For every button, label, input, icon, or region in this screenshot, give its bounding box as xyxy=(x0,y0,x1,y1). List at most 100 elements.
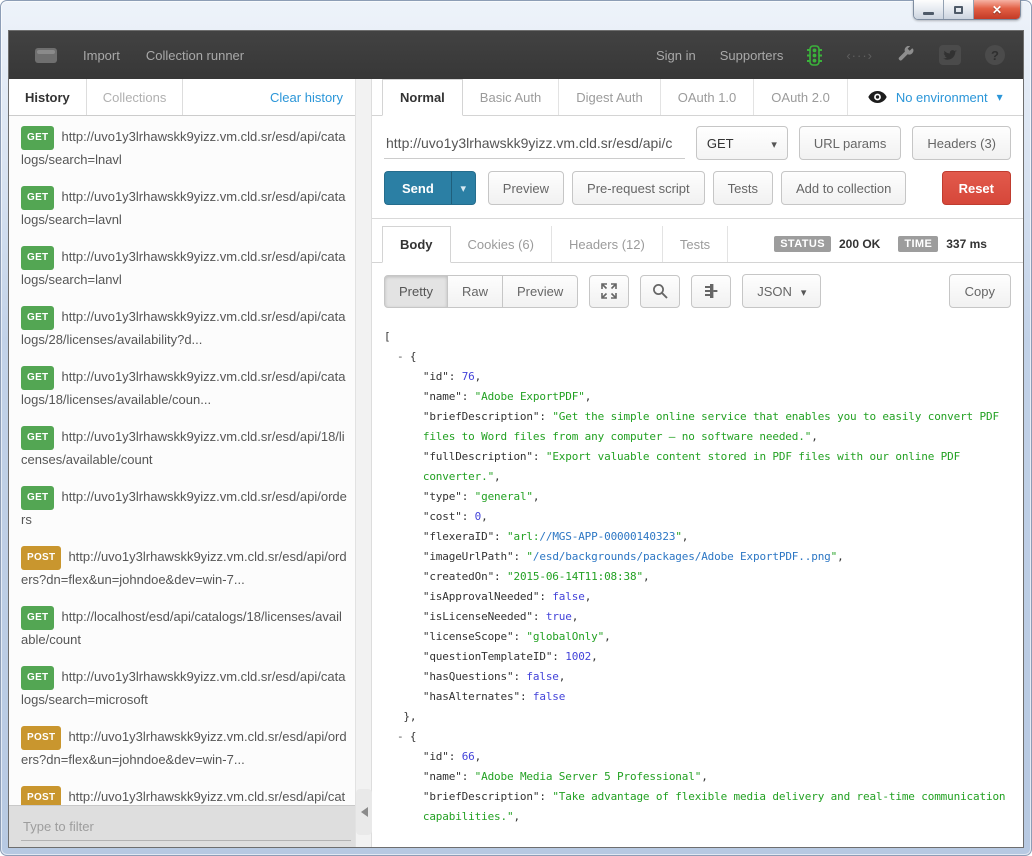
code-token: , xyxy=(837,550,843,563)
tab-basic-auth[interactable]: Basic Auth xyxy=(463,79,559,115)
tab-body[interactable]: Body xyxy=(382,226,451,263)
send-options-button[interactable] xyxy=(451,171,476,205)
main-area: History Collections Clear history GEThtt… xyxy=(9,79,1023,847)
history-item[interactable]: GEThttp://localhost/esd/api/catalogs/18/… xyxy=(9,598,355,658)
send-button[interactable]: Send xyxy=(384,171,451,205)
environment-selector[interactable]: No environment xyxy=(868,79,1003,115)
method-select[interactable]: GET xyxy=(696,126,788,160)
copy-button[interactable]: Copy xyxy=(949,274,1011,308)
environment-label[interactable]: No environment xyxy=(896,90,988,105)
wrench-icon[interactable] xyxy=(897,46,915,64)
code-line: "createdOn": "2015-06-14T11:08:38", xyxy=(384,567,1023,587)
code-token: false xyxy=(533,690,565,703)
expand-button[interactable] xyxy=(589,275,629,308)
view-mode-group: Pretty Raw Preview xyxy=(384,275,578,308)
history-item[interactable]: GEThttp://uvo1y3lrhawskk9yizz.vm.cld.sr/… xyxy=(9,238,355,298)
code-token: , xyxy=(533,490,539,503)
close-button[interactable] xyxy=(974,0,1020,19)
import-button[interactable]: Import xyxy=(83,48,120,63)
history-item[interactable]: GEThttp://uvo1y3lrhawskk9yizz.vm.cld.sr/… xyxy=(9,358,355,418)
code-token xyxy=(384,450,423,463)
url-input[interactable] xyxy=(384,127,685,159)
add-to-collection-button[interactable]: Add to collection xyxy=(781,171,906,205)
history-item[interactable]: GEThttp://uvo1y3lrhawskk9yizz.vm.cld.sr/… xyxy=(9,418,355,478)
tab-oauth-1[interactable]: OAuth 1.0 xyxy=(661,79,755,115)
history-item[interactable]: GEThttp://uvo1y3lrhawskk9yizz.vm.cld.sr/… xyxy=(9,178,355,238)
chevron-down-icon xyxy=(801,284,807,299)
reset-button[interactable]: Reset xyxy=(942,171,1011,205)
window-titlebar[interactable] xyxy=(0,0,1032,30)
tab-normal[interactable]: Normal xyxy=(382,79,463,116)
method-value: GET xyxy=(707,136,734,151)
tests-button[interactable]: Tests xyxy=(713,171,773,205)
code-token: "arl: xyxy=(507,530,539,543)
history-item[interactable]: POSThttp://uvo1y3lrhawskk9yizz.vm.cld.sr… xyxy=(9,778,355,805)
sidebar-divider[interactable] xyxy=(355,79,372,847)
viewer-toolbar: Pretty Raw Preview xyxy=(372,263,1023,319)
tab-collections[interactable]: Collections xyxy=(87,79,184,115)
format-button[interactable] xyxy=(691,275,731,308)
history-item[interactable]: GEThttp://uvo1y3lrhawskk9yizz.vm.cld.sr/… xyxy=(9,658,355,718)
fold-marker[interactable]: - xyxy=(397,730,410,743)
sign-in-button[interactable]: Sign in xyxy=(656,48,696,63)
sidebar-collapse-handle[interactable] xyxy=(356,789,372,835)
history-url: http://uvo1y3lrhawskk9yizz.vm.cld.sr/esd… xyxy=(21,129,345,167)
history-item[interactable]: GEThttp://uvo1y3lrhawskk9yizz.vm.cld.sr/… xyxy=(9,298,355,358)
code-line: "hasAlternates": false xyxy=(384,687,1023,707)
code-line: }, xyxy=(384,707,1023,727)
history-item[interactable]: GEThttp://uvo1y3lrhawskk9yizz.vm.cld.sr/… xyxy=(9,478,355,538)
history-item[interactable]: POSThttp://uvo1y3lrhawskk9yizz.vm.cld.sr… xyxy=(9,718,355,778)
tab-res-tests[interactable]: Tests xyxy=(663,226,728,262)
supporters-button[interactable]: Supporters xyxy=(720,48,784,63)
tab-res-headers[interactable]: Headers (12) xyxy=(552,226,663,262)
response-body[interactable]: [ - { "id": 76, "name": "Adobe ExportPDF… xyxy=(372,319,1023,847)
search-button[interactable] xyxy=(640,275,680,308)
history-item[interactable]: POSThttp://uvo1y3lrhawskk9yizz.vm.cld.sr… xyxy=(9,538,355,598)
code-token: }, xyxy=(384,710,416,723)
method-badge: GET xyxy=(21,666,54,690)
method-badge: GET xyxy=(21,486,54,510)
history-item[interactable]: GEThttp://uvo1y3lrhawskk9yizz.vm.cld.sr/… xyxy=(9,118,355,178)
expand-icon xyxy=(601,283,617,299)
tab-digest-auth[interactable]: Digest Auth xyxy=(559,79,661,115)
tab-cookies[interactable]: Cookies (6) xyxy=(451,226,552,262)
code-line: files to Word files from any computer — … xyxy=(384,427,1023,447)
code-token: , xyxy=(701,770,707,783)
code-token: : xyxy=(513,630,526,643)
status-badge: STATUS xyxy=(774,236,831,252)
postman-app: Import Collection runner Sign in Support… xyxy=(8,30,1024,848)
method-badge: GET xyxy=(21,426,54,450)
drawer-icon[interactable] xyxy=(35,48,57,63)
url-params-button[interactable]: URL params xyxy=(799,126,901,160)
history-url: http://uvo1y3lrhawskk9yizz.vm.cld.sr/esd… xyxy=(21,549,347,587)
headers-button[interactable]: Headers (3) xyxy=(912,126,1011,160)
raw-button[interactable]: Raw xyxy=(447,275,503,308)
code-token: : xyxy=(494,530,507,543)
history-url: http://uvo1y3lrhawskk9yizz.vm.cld.sr/esd… xyxy=(21,429,345,467)
code-token: "flexeraID" xyxy=(423,530,494,543)
preview-button[interactable]: Preview xyxy=(488,171,564,205)
code-token: : xyxy=(539,410,552,423)
eye-icon xyxy=(868,91,887,103)
traffic-light-icon[interactable] xyxy=(807,45,822,66)
code-line: "isLicenseNeeded": true, xyxy=(384,607,1023,627)
code-line: "questionTemplateID": 1002, xyxy=(384,647,1023,667)
help-icon[interactable] xyxy=(985,45,1005,65)
twitter-icon[interactable] xyxy=(939,45,961,65)
code-icon[interactable] xyxy=(846,48,873,63)
restore-button[interactable] xyxy=(944,0,974,19)
tab-oauth-2[interactable]: OAuth 2.0 xyxy=(754,79,848,115)
clear-history-link[interactable]: Clear history xyxy=(270,79,355,115)
collection-runner-button[interactable]: Collection runner xyxy=(146,48,244,63)
pretty-button[interactable]: Pretty xyxy=(384,275,448,308)
language-value: JSON xyxy=(757,284,792,299)
filter-input[interactable] xyxy=(21,813,351,841)
fold-marker[interactable]: - xyxy=(397,350,410,363)
tab-history[interactable]: History xyxy=(9,79,87,115)
code-token: true xyxy=(546,610,572,623)
minimize-button[interactable] xyxy=(914,0,944,19)
collapse-arrow-icon xyxy=(361,807,368,817)
language-select[interactable]: JSON xyxy=(742,274,821,308)
prerequest-script-button[interactable]: Pre-request script xyxy=(572,171,705,205)
preview-mode-button[interactable]: Preview xyxy=(502,275,578,308)
